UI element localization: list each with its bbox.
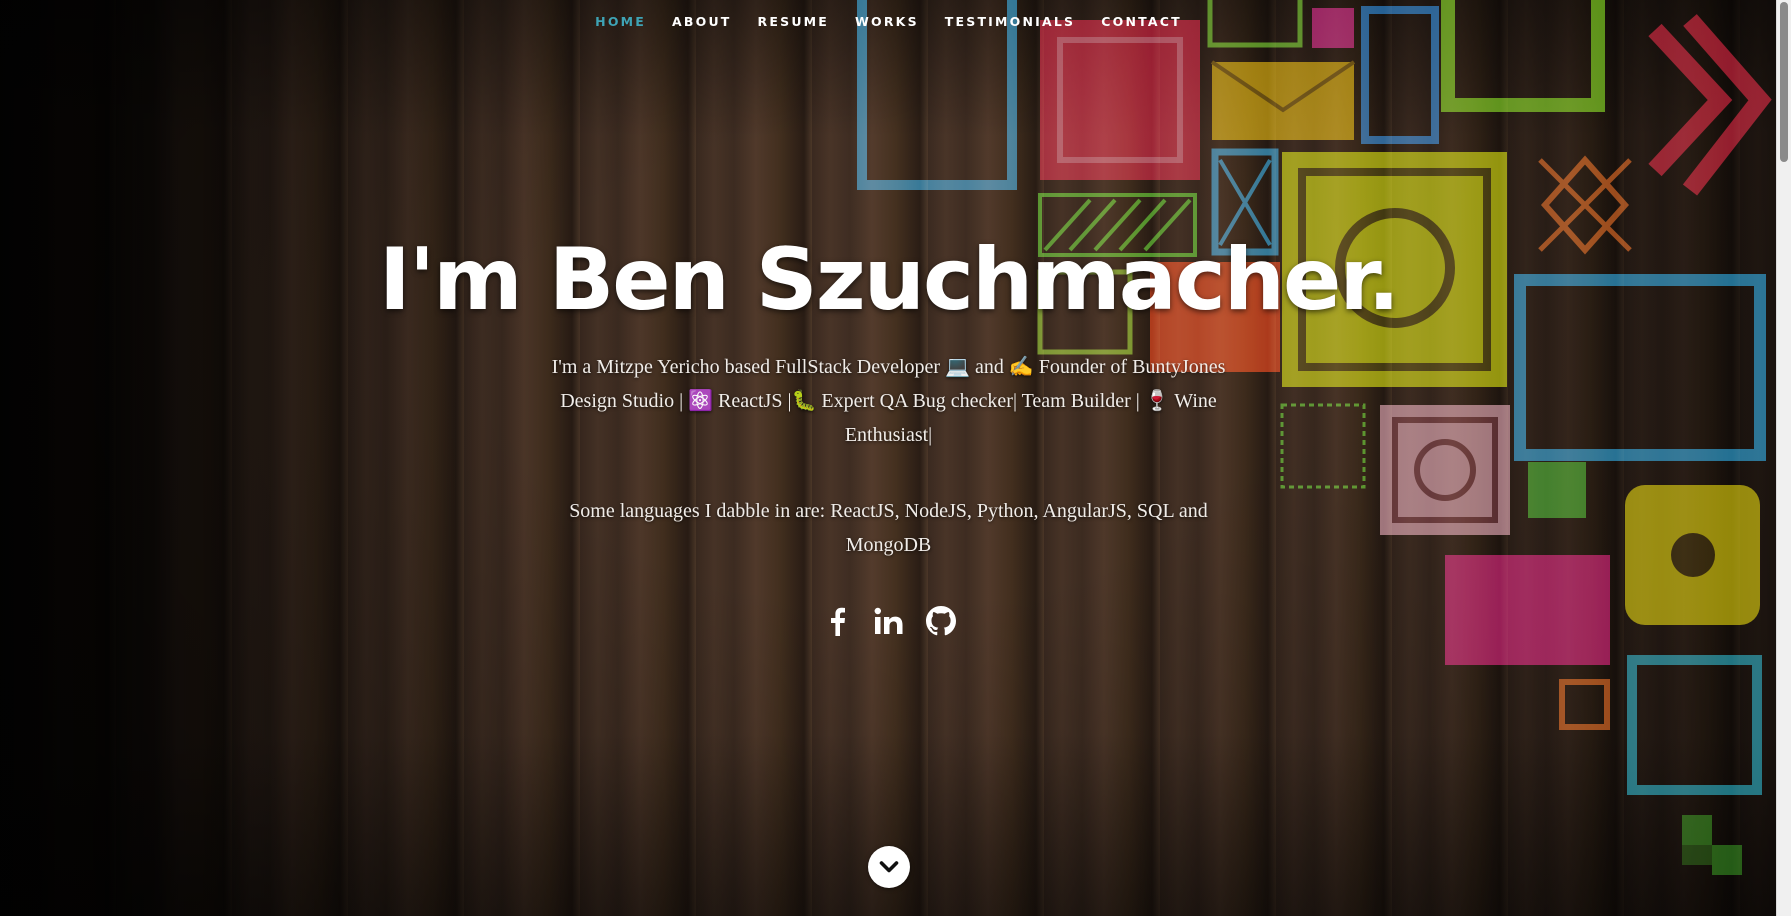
chevron-down-icon — [879, 861, 899, 873]
main-nav: HOME ABOUT RESUME WORKS TESTIMONIALS CON… — [0, 0, 1777, 42]
linkedin-icon — [874, 607, 902, 634]
languages-text: Some languages I dabble in are: ReactJS,… — [569, 500, 1208, 556]
facebook-link[interactable] — [822, 604, 852, 638]
scroll-down-button[interactable] — [868, 846, 910, 888]
nav-about[interactable]: ABOUT — [672, 14, 732, 29]
banner: I'm Ben Szuchmacher. I'm a Mitzpe Yerich… — [0, 220, 1777, 638]
github-icon — [925, 606, 956, 636]
github-link[interactable] — [925, 604, 956, 638]
page: HOME ABOUT RESUME WORKS TESTIMONIALS CON… — [0, 0, 1791, 916]
nav-testimonials[interactable]: TESTIMONIALS — [945, 14, 1075, 29]
scrollbar-thumb[interactable] — [1780, 2, 1788, 162]
nav-home[interactable]: HOME — [595, 14, 646, 29]
scrollbar[interactable] — [1776, 0, 1791, 916]
nav-contact[interactable]: CONTACT — [1101, 14, 1182, 29]
social-links — [0, 604, 1777, 638]
nav-resume[interactable]: RESUME — [758, 14, 830, 29]
intro-text: I'm a Mitzpe Yericho based FullStack Dev… — [551, 356, 1226, 446]
headline: I'm Ben Szuchmacher. — [378, 230, 1400, 330]
nav-works[interactable]: WORKS — [855, 14, 919, 29]
linkedin-link[interactable] — [874, 604, 904, 638]
facebook-icon — [830, 607, 845, 636]
